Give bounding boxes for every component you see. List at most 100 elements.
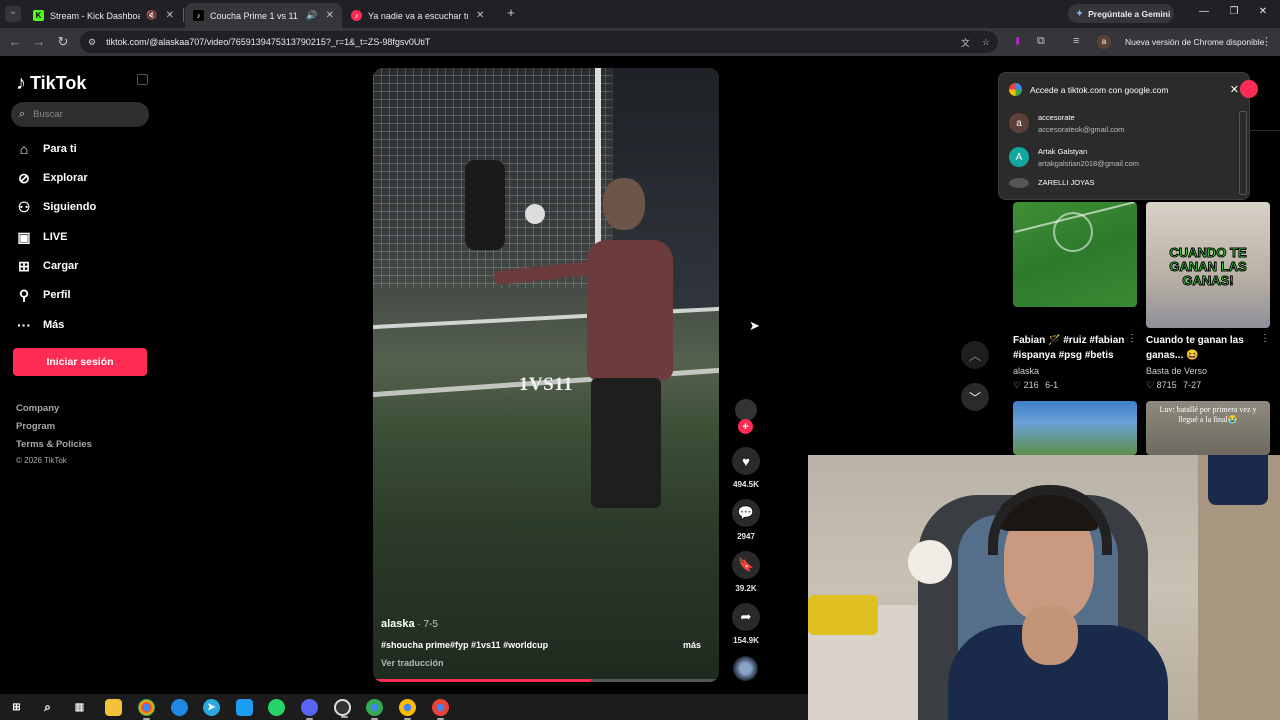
creator-avatar[interactable] [735,399,757,421]
chrome-update-label[interactable]: Nueva versión de Chrome disponible [1125,37,1264,47]
music-disc-icon[interactable] [733,656,758,681]
forward-icon[interactable]: → [31,34,47,49]
collapse-sidebar-icon[interactable] [137,74,148,85]
tab-kick[interactable]: K Stream - Kick Dashboard 🔇 ✕ [25,3,182,28]
media-control-icon[interactable]: ≡ [1073,35,1079,47]
nav-label: Siguiendo [43,201,97,213]
compass-icon: ⊘ [18,169,30,186]
card-user[interactable]: Basta de Verso [1146,366,1207,376]
chrome-profile-icon[interactable] [399,699,416,720]
account-avatar: a [1009,113,1029,133]
footer-company-link[interactable]: Company [16,403,59,414]
windows-start-icon[interactable]: ⊞ [8,699,25,716]
nav-cargar[interactable]: ⊞ Cargar [16,258,78,274]
account-option[interactable]: ZARELLI JOYAS [999,174,1249,190]
nav-live[interactable]: ▣ LIVE [16,229,67,245]
author-name[interactable]: alaska [381,618,415,630]
reload-icon[interactable]: ↻ [55,34,71,50]
twitter-icon[interactable] [236,699,253,716]
chrome-profile-icon[interactable] [432,699,449,720]
tiktok-login-avatar[interactable] [1240,80,1258,98]
close-icon[interactable]: ✕ [1230,83,1239,96]
translate-link[interactable]: Ver traducción [381,658,711,668]
tab-tiktok-video[interactable]: ♪ Coucha Prime 1 vs 11 Football 🔊 ✕ [185,3,342,28]
nav-explorar[interactable]: ⊘ Explorar [16,170,88,186]
tiktok-logo[interactable]: ♪ TikTok [16,72,86,95]
card-thumbnail[interactable] [1013,401,1137,455]
nav-para-ti[interactable]: ⌂ Para ti [16,141,77,157]
video-info: alaska · 7-5 #shoucha prime#fyp #1vs11 #… [381,618,711,668]
search-input[interactable]: ⌕ Buscar [11,102,149,127]
previous-video-button[interactable]: ︿ [961,341,989,369]
telegram-icon[interactable]: ➤ [203,699,220,716]
account-name: Artak Galstyan [1038,146,1088,156]
translate-icon[interactable]: 文 [961,36,970,49]
tab-search-icon[interactable]: ⌄ [5,6,21,22]
edge-icon[interactable] [171,699,188,716]
google-signin-prompt: Accede a tiktok.com con google.com ✕ a a… [998,72,1250,200]
like-button[interactable]: ♥ 494.5K [731,447,761,489]
chrome-icon[interactable] [138,699,155,720]
nav-siguiendo[interactable]: ⚇ Siguiendo [16,199,96,215]
extensions-icon[interactable]: ⧉ [1037,35,1045,48]
restore-icon[interactable]: ❐ [1226,6,1242,17]
card-user[interactable]: alaska [1013,366,1039,376]
close-window-icon[interactable]: ✕ [1255,6,1271,17]
close-tab-icon[interactable]: ✕ [326,10,334,21]
card-thumbnail[interactable]: CUANDO TE GANAN LAS GANAS! [1146,202,1270,328]
video-player[interactable]: 1VS11 alaska · 7-5 #shoucha prime#fyp #1… [373,68,719,682]
close-tab-icon[interactable]: ✕ [476,10,484,21]
login-button[interactable]: Iniciar sesión [13,348,147,376]
card-title[interactable]: Cuando te ganan las ganas... 😆 [1146,333,1262,363]
profile-avatar[interactable]: a [1097,35,1111,49]
webcam-wall-jersey [1208,455,1268,505]
more-options-icon[interactable]: ⋮ [1260,333,1270,344]
nav-perfil[interactable]: ⚲ Perfil [16,287,71,303]
card-thumbnail[interactable] [1013,202,1137,307]
account-option[interactable]: a accesorate accesorateok@gmail.com [999,106,1249,140]
card-title[interactable]: Fabian 🪄 #ruiz #fabian #ispanya #psg #be… [1013,333,1129,363]
share-button[interactable]: ➦ 154.9K [731,603,761,645]
more-options-icon[interactable]: ⋮ [1127,333,1137,344]
search-icon[interactable]: ⌕ [39,699,56,716]
new-tab-button[interactable]: + [503,5,519,20]
whatsapp-icon[interactable] [268,699,285,716]
extension-download-icon[interactable]: ⬇ [1013,35,1022,48]
prompt-scrollbar[interactable] [1239,111,1247,195]
task-view-icon[interactable]: ▥ [71,699,88,716]
google-logo-icon [1009,83,1022,96]
follow-plus-icon[interactable]: + [738,419,753,434]
card-thumbnail[interactable]: Luv: batallé por primera vez y llegué a … [1146,401,1270,455]
comment-button[interactable]: 💬 2947 [731,499,761,541]
obs-icon[interactable] [334,699,351,718]
back-icon[interactable]: ← [7,34,23,49]
next-video-button[interactable]: ﹀ [961,383,989,411]
account-option[interactable]: A Artak Galstyan artakgalstian2018@gmail… [999,140,1249,174]
site-info-icon[interactable]: ⚙ [88,37,96,48]
menu-kebab-icon[interactable]: ⋮ [1261,35,1272,48]
close-tab-icon[interactable]: ✕ [166,10,174,21]
card-meta: ♡ 216 6-1 [1013,380,1058,391]
muted-icon[interactable]: 🔇 [146,10,157,21]
minimize-icon[interactable]: — [1196,6,1212,17]
webcam-yellow-jersey [808,595,878,635]
chrome-profile-icon[interactable] [366,699,383,720]
footer-program-link[interactable]: Program [16,421,55,432]
footer-terms-link[interactable]: Terms & Policies [16,439,92,450]
webcam-hand [1022,605,1078,665]
save-button[interactable]: 🔖 39.2K [731,551,761,593]
discord-icon[interactable] [301,699,318,720]
tab-music[interactable]: ♪ Ya nadie va a escuchar tu música ✕ [343,3,500,28]
gemini-button[interactable]: ✦ Pregúntale a Gemini [1068,4,1174,23]
live-icon: ▣ [17,228,31,245]
file-explorer-icon[interactable] [105,699,122,716]
nav-mas[interactable]: ··· Más [16,317,64,333]
video-author[interactable]: alaska · 7-5 [381,618,711,630]
audio-icon[interactable]: 🔊 [306,10,317,21]
bookmark-star-icon[interactable]: ☆ [982,37,990,48]
caption-more-link[interactable]: más [683,640,701,650]
address-bar[interactable]: ⚙ tiktok.com/@alaskaa707/video/765913947… [80,31,998,53]
bookmark-icon: 🔖 [732,551,760,579]
save-count: 39.2K [735,584,757,593]
video-progress-bar[interactable] [373,679,719,682]
